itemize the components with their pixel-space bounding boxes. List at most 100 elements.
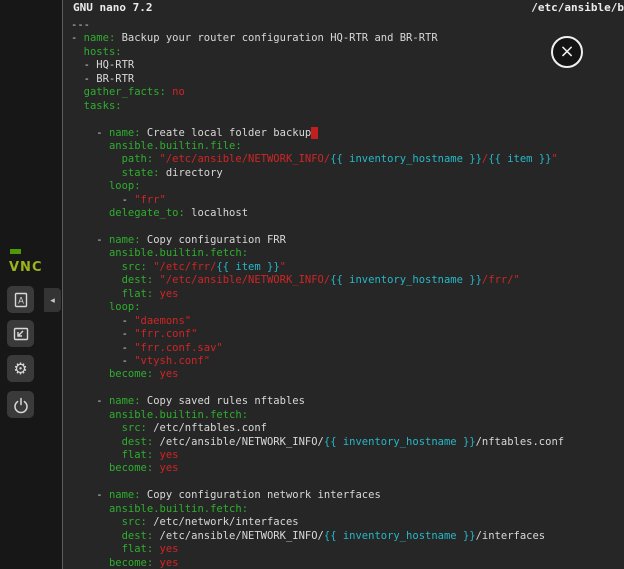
code-segment: -: [71, 355, 134, 367]
code-segment: [71, 207, 109, 219]
editor-line: ansible.builtin.file:: [71, 140, 624, 153]
nano-titlebar: GNU nano 7.2 /etc/ansible/b: [63, 0, 624, 16]
editor-line: ansible.builtin.fetch:: [71, 247, 624, 260]
code-segment: name:: [109, 234, 141, 246]
chevron-left-icon: ◂: [50, 295, 55, 305]
code-segment: "/etc/frr/: [153, 261, 216, 273]
editor-line: - "frr.conf": [71, 328, 624, 341]
code-segment: - BR-RTR: [71, 73, 134, 85]
editor-line: dest: "/etc/ansible/NETWORK_INFO/{{ inve…: [71, 274, 624, 287]
code-segment: [71, 516, 122, 528]
code-segment: -: [71, 395, 109, 407]
settings-button[interactable]: ⚙: [7, 355, 34, 382]
code-segment: /frr/": [482, 274, 520, 286]
editor-line: - name: Backup your router configuration…: [71, 32, 624, 45]
editor-line: become: yes: [71, 368, 624, 381]
nano-version-label: GNU nano 7.2: [73, 0, 152, 16]
editor-line: - name: Copy configuration FRR: [71, 234, 624, 247]
code-segment: -: [71, 32, 84, 44]
code-segment: -: [71, 194, 134, 206]
code-segment: yes: [160, 462, 179, 474]
code-segment: dest:: [122, 530, 154, 542]
code-segment: [71, 422, 122, 434]
code-segment: name:: [109, 489, 141, 501]
code-segment: name:: [109, 395, 141, 407]
editor-line: state: directory: [71, 167, 624, 180]
code-segment: Create local folder backup: [141, 127, 312, 139]
clipboard-icon: A: [12, 291, 30, 309]
text-cursor: [311, 127, 317, 139]
code-segment: [71, 140, 109, 152]
vnc-control-bar: VNC ◂ A ⚙: [0, 0, 62, 569]
code-segment: src:: [122, 422, 147, 434]
code-segment: [71, 503, 109, 515]
editor-line: ansible.builtin.fetch:: [71, 409, 624, 422]
editor-content[interactable]: ---- name: Backup your router configurat…: [63, 16, 624, 569]
editor-line: - "frr.conf.sav": [71, 342, 624, 355]
vnc-logo-text: VNC: [9, 260, 42, 275]
code-segment: /etc/ansible/NETWORK_INFO/: [153, 530, 324, 542]
code-segment: localhost: [185, 207, 248, 219]
code-segment: /nftables.conf: [476, 436, 565, 448]
code-segment: name:: [84, 32, 116, 44]
code-segment: [71, 100, 84, 112]
control-bar-collapse-handle[interactable]: ◂: [44, 288, 61, 312]
fullscreen-button[interactable]: [7, 320, 34, 347]
code-segment: ": [551, 153, 557, 165]
editor-line: become: yes: [71, 557, 624, 569]
code-segment: - HQ-RTR: [71, 59, 134, 71]
code-segment: [71, 449, 122, 461]
clipboard-button[interactable]: A: [7, 286, 34, 313]
vnc-logo: VNC: [9, 249, 55, 275]
code-segment: [71, 180, 109, 192]
editor-line: - "daemons": [71, 315, 624, 328]
open-file-path: /etc/ansible/b: [531, 0, 624, 16]
code-segment: no: [172, 86, 185, 98]
code-segment: tasks:: [84, 100, 122, 112]
editor-line: become: yes: [71, 462, 624, 475]
code-segment: directory: [160, 167, 223, 179]
code-segment: src:: [122, 516, 147, 528]
code-segment: -: [71, 328, 134, 340]
editor-line: src: /etc/network/interfaces: [71, 516, 624, 529]
power-button[interactable]: [7, 391, 34, 418]
code-segment: flat:: [122, 449, 154, 461]
code-segment: /etc/nftables.conf: [147, 422, 267, 434]
editor-line: src: /etc/nftables.conf: [71, 422, 624, 435]
editor-line: delegate_to: localhost: [71, 207, 624, 220]
code-segment: yes: [160, 368, 179, 380]
editor-line: [71, 113, 624, 126]
code-segment: "daemons": [134, 315, 191, 327]
code-segment: /etc/network/interfaces: [147, 516, 299, 528]
code-segment: {{ inventory_hostname }}: [330, 274, 482, 286]
code-segment: name:: [109, 127, 141, 139]
screen: VNC ◂ A ⚙: [0, 0, 624, 569]
code-segment: path:: [122, 153, 154, 165]
code-segment: Copy saved rules nftables: [141, 395, 305, 407]
code-segment: delegate_to:: [109, 207, 185, 219]
code-segment: {{ inventory_hostname }}: [324, 436, 476, 448]
code-segment: [71, 409, 109, 421]
editor-line: flat: yes: [71, 543, 624, 556]
code-segment: loop:: [109, 180, 141, 192]
code-segment: flat:: [122, 543, 154, 555]
close-button[interactable]: ×: [551, 36, 583, 68]
editor-line: path: "/etc/ansible/NETWORK_INFO/{{ inve…: [71, 153, 624, 166]
code-segment: {{ item }}: [488, 153, 551, 165]
code-segment: [71, 247, 109, 259]
editor-line: tasks:: [71, 100, 624, 113]
code-segment: {{ inventory_hostname }}: [324, 530, 476, 542]
editor-line: ---: [71, 19, 624, 32]
code-segment: flat:: [122, 288, 154, 300]
code-segment: "frr.conf.sav": [134, 342, 223, 354]
code-segment: [71, 46, 84, 58]
code-segment: gather_facts:: [84, 86, 166, 98]
editor-line: ansible.builtin.fetch:: [71, 503, 624, 516]
code-segment: ansible.builtin.fetch:: [109, 409, 248, 421]
editor-line: dest: /etc/ansible/NETWORK_INFO/{{ inven…: [71, 530, 624, 543]
editor-line: [71, 382, 624, 395]
editor-line: hosts:: [71, 46, 624, 59]
code-segment: "vtysh.conf": [134, 355, 210, 367]
vnc-logo-mark-icon: [10, 249, 21, 254]
editor-line: - name: Copy configuration network inter…: [71, 489, 624, 502]
